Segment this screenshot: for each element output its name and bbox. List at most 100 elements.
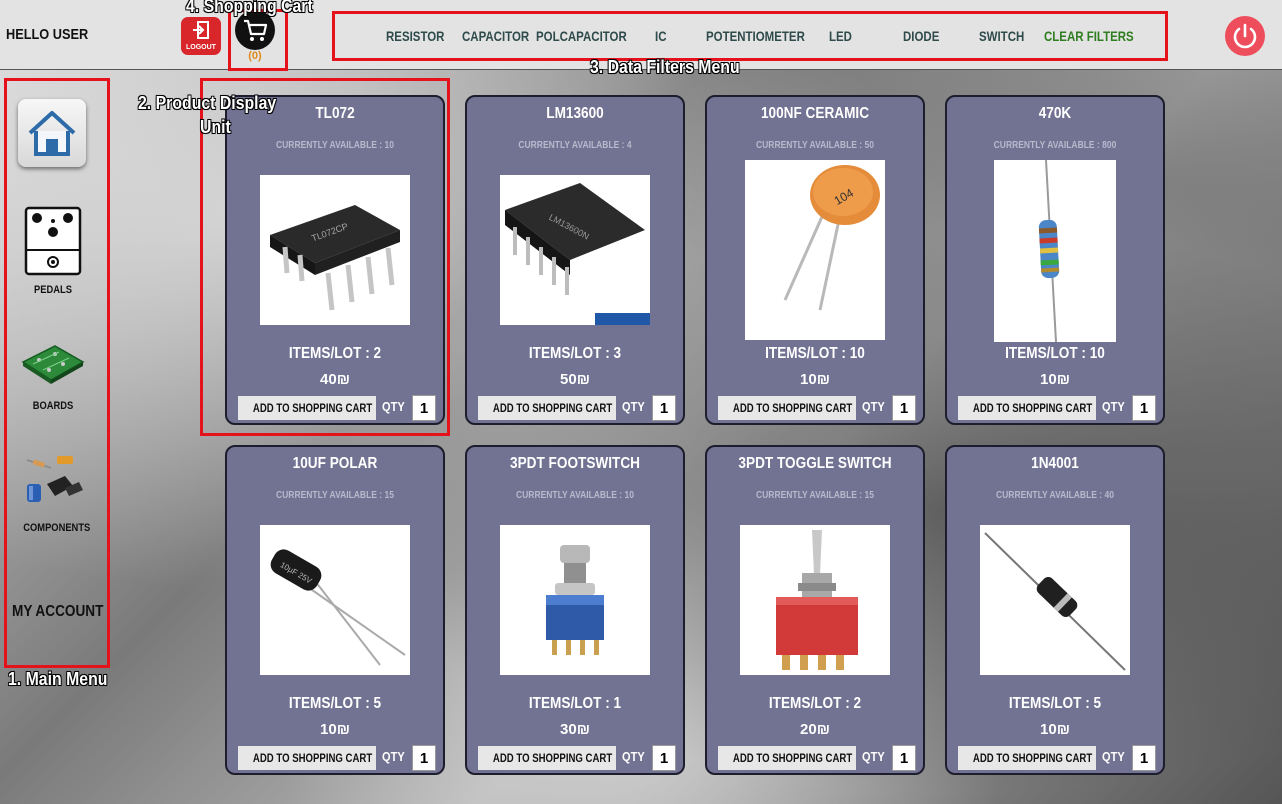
items-per-lot: ITEMS/LOT : 2	[288, 345, 382, 362]
sidebar-item-label: BOARDS	[32, 400, 74, 412]
home-icon	[28, 111, 76, 156]
product-price: 40₪	[320, 371, 350, 388]
clear-filters-button[interactable]: CLEAR FILTERS	[1044, 28, 1134, 44]
logout-label: LOGOUT	[186, 44, 216, 51]
items-per-lot: ITEMS/LOT : 1	[528, 695, 622, 712]
filter-polcapacitor[interactable]: POLCAPACITOR	[536, 28, 627, 44]
add-to-cart-button[interactable]: ADD TO SHOPPING CART	[718, 746, 856, 770]
power-button[interactable]	[1225, 16, 1265, 56]
sidebar-item-pedals[interactable]: PEDALS	[18, 206, 88, 296]
product-image: 10µF 25V	[260, 525, 410, 675]
product-image: TL072CP	[260, 175, 410, 325]
add-to-cart-button[interactable]: ADD TO SHOPPING CART	[958, 396, 1096, 420]
product-name: 470K	[1038, 105, 1072, 122]
product-price: 10₪	[1040, 721, 1070, 738]
product-availability: CURRENTLY AVAILABLE : 10	[276, 140, 394, 151]
product-name: LM13600	[546, 105, 604, 122]
sidebar-item-label: COMPONENTS	[23, 522, 91, 534]
product-availability: CURRENTLY AVAILABLE : 50	[756, 140, 874, 151]
quantity-input[interactable]	[412, 395, 436, 421]
product-availability: CURRENTLY AVAILABLE : 10	[516, 490, 634, 501]
quantity-input[interactable]	[892, 395, 916, 421]
filter-potentiometer[interactable]: POTENTIOMETER	[706, 28, 805, 44]
quantity-input[interactable]	[652, 395, 676, 421]
product-card: 470K CURRENTLY AVAILABLE : 800 ITEMS/LOT…	[945, 95, 1165, 425]
product-image	[500, 525, 650, 675]
product-price: 50₪	[560, 371, 590, 388]
pedal-icon	[24, 206, 82, 276]
components-icon	[26, 456, 83, 502]
filter-resistor[interactable]: RESISTOR	[386, 28, 444, 44]
product-card: 100NF CERAMIC CURRENTLY AVAILABLE : 50 1…	[705, 95, 925, 425]
annotation-product-unit: 2. Product Display	[138, 93, 277, 113]
product-card: 3PDT TOGGLE SWITCH CURRENTLY AVAILABLE :…	[705, 445, 925, 775]
sidebar-item-label: PEDALS	[34, 284, 72, 296]
add-to-cart-button[interactable]: ADD TO SHOPPING CART	[238, 746, 376, 770]
qty-label: QTY	[382, 399, 405, 414]
qty-label: QTY	[1102, 749, 1125, 764]
greeting: HELLO USER	[6, 26, 89, 43]
qty-label: QTY	[622, 749, 645, 764]
product-card: 1N4001 CURRENTLY AVAILABLE : 40 ITEMS/LO…	[945, 445, 1165, 775]
add-to-cart-button[interactable]: ADD TO SHOPPING CART	[238, 396, 376, 420]
product-card: 3PDT FOOTSWITCH CURRENTLY AVAILABLE : 10…	[465, 445, 685, 775]
circuit-board-icon	[21, 345, 85, 384]
product-name: 3PDT FOOTSWITCH	[510, 455, 640, 472]
items-per-lot: ITEMS/LOT : 3	[528, 345, 622, 362]
filter-capacitor[interactable]: CAPACITOR	[462, 28, 529, 44]
product-price: 30₪	[560, 721, 590, 738]
product-availability: CURRENTLY AVAILABLE : 4	[518, 140, 632, 151]
qty-label: QTY	[1102, 399, 1125, 414]
quantity-input[interactable]	[652, 745, 676, 771]
product-card: TL072 CURRENTLY AVAILABLE : 10 TL072CP I…	[225, 95, 445, 425]
logout-icon	[193, 21, 209, 39]
quantity-input[interactable]	[412, 745, 436, 771]
filter-led[interactable]: LED	[829, 28, 852, 44]
sidebar-item-components[interactable]: COMPONENTS	[18, 450, 91, 534]
product-image	[994, 159, 1116, 343]
product-card: 10UF POLAR CURRENTLY AVAILABLE : 15 10µF…	[225, 445, 445, 775]
product-name: 3PDT TOGGLE SWITCH	[738, 455, 892, 472]
quantity-input[interactable]	[1132, 395, 1156, 421]
logout-button[interactable]: LOGOUT	[181, 17, 221, 55]
product-price: 10₪	[800, 371, 830, 388]
filter-ic[interactable]: IC	[655, 28, 666, 44]
product-availability: CURRENTLY AVAILABLE : 40	[996, 490, 1114, 501]
annotation-filters-menu: 3. Data Filters Menu	[590, 57, 740, 77]
filter-diode[interactable]: DIODE	[903, 28, 939, 44]
qty-label: QTY	[622, 399, 645, 414]
items-per-lot: ITEMS/LOT : 5	[1008, 695, 1102, 712]
add-to-cart-button[interactable]: ADD TO SHOPPING CART	[478, 396, 616, 420]
items-per-lot: ITEMS/LOT : 10	[1005, 345, 1105, 362]
add-to-cart-button[interactable]: ADD TO SHOPPING CART	[478, 746, 616, 770]
annotation-shopping-cart: 4. Shopping Cart	[186, 0, 313, 16]
add-to-cart-button[interactable]: ADD TO SHOPPING CART	[958, 746, 1096, 770]
product-name: 100NF CERAMIC	[760, 105, 870, 122]
product-image	[980, 525, 1130, 675]
product-availability: CURRENTLY AVAILABLE : 800	[993, 140, 1117, 151]
product-availability: CURRENTLY AVAILABLE : 15	[276, 490, 394, 501]
product-card: LM13600 CURRENTLY AVAILABLE : 4 LM13600N…	[465, 95, 685, 425]
home-button[interactable]	[18, 99, 86, 167]
items-per-lot: ITEMS/LOT : 10	[765, 345, 865, 362]
product-image: 104	[745, 160, 885, 340]
product-price: 20₪	[800, 721, 830, 738]
product-image: LM13600N	[500, 175, 650, 325]
product-price: 10₪	[320, 721, 350, 738]
items-per-lot: ITEMS/LOT : 2	[768, 695, 862, 712]
annotation-product-unit-line2: Unit	[200, 117, 231, 137]
product-name: 10UF POLAR	[292, 455, 378, 472]
add-to-cart-button[interactable]: ADD TO SHOPPING CART	[718, 396, 856, 420]
filters-menu: RESISTOR CAPACITOR POLCAPACITOR IC POTEN…	[334, 10, 1166, 60]
qty-label: QTY	[862, 399, 885, 414]
my-account-link[interactable]: MY ACCOUNT	[12, 603, 103, 621]
items-per-lot: ITEMS/LOT : 5	[288, 695, 382, 712]
quantity-input[interactable]	[892, 745, 916, 771]
quantity-input[interactable]	[1132, 745, 1156, 771]
filter-switch[interactable]: SWITCH	[979, 28, 1024, 44]
cart-count: (0)	[248, 50, 262, 62]
product-price: 10₪	[1040, 371, 1070, 388]
sidebar-item-boards[interactable]: BOARDS	[18, 342, 88, 412]
product-image	[740, 525, 890, 675]
power-icon	[1233, 23, 1257, 49]
